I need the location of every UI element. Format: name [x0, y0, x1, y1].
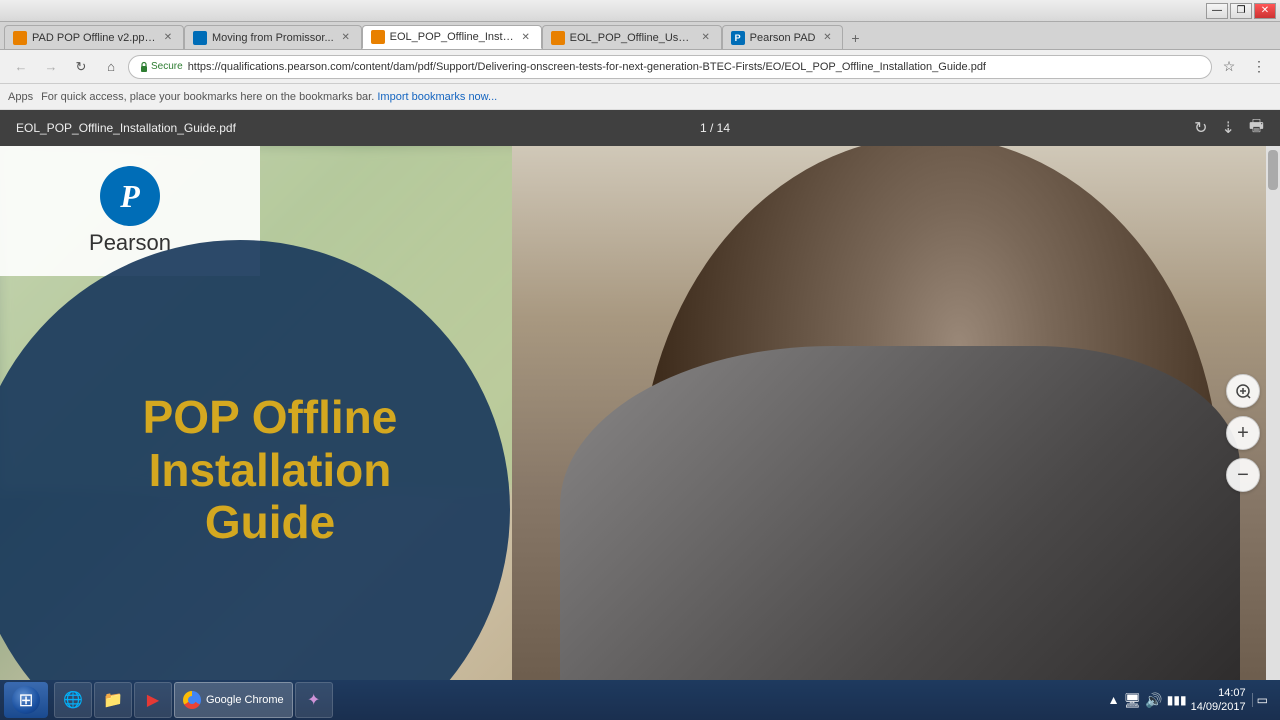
tab-5-close[interactable]: ✕: [820, 31, 834, 45]
tab-3[interactable]: EOL_POP_Offline_Installa... ✕: [362, 25, 542, 49]
app-icon: ✦: [304, 690, 324, 710]
pdf-page-info: 1 / 14: [700, 121, 730, 135]
secure-badge: Secure: [139, 61, 183, 73]
pdf-toolbar: EOL_POP_Offline_Installation_Guide.pdf 1…: [0, 110, 1280, 146]
pearson-circle-logo: P: [100, 166, 160, 226]
clock-date: 14/09/2017: [1191, 700, 1246, 714]
scrollbar-thumb[interactable]: [1268, 150, 1278, 190]
taskbar-media-button[interactable]: ▶: [134, 682, 172, 718]
taskbar: ⊞ 🌐 📁 ▶ Google Chrome ✦ ▲ 🖥 🔊 ▮▮▮ 14:07 …: [0, 680, 1280, 720]
explorer-icon: 📁: [103, 690, 123, 710]
bookmarks-bar: Apps For quick access, place your bookma…: [0, 84, 1280, 110]
zoom-fit-button[interactable]: [1226, 374, 1260, 408]
tab-3-close[interactable]: ✕: [519, 30, 533, 44]
tab-4-close[interactable]: ✕: [699, 31, 713, 45]
window-controls: — ❐ ✕: [1206, 3, 1276, 19]
chrome-icon: [183, 691, 201, 709]
tab-5-title: Pearson PAD: [750, 32, 816, 44]
tab-1-title: PAD POP Offline v2.ppt...: [32, 32, 156, 44]
minimize-button[interactable]: —: [1206, 3, 1228, 19]
bookmarks-import-link[interactable]: Import bookmarks now...: [377, 91, 497, 103]
tray-chevron-icon[interactable]: ▲: [1108, 693, 1120, 707]
bookmarks-apps-label[interactable]: Apps: [8, 91, 33, 103]
tab-4-title: EOL_POP_Offline_User_C...: [570, 32, 694, 44]
tab-5[interactable]: P Pearson PAD ✕: [722, 25, 844, 49]
close-button[interactable]: ✕: [1254, 3, 1276, 19]
tray-clock: 14:07 14/09/2017: [1191, 686, 1246, 715]
tray-network-icon[interactable]: 🖥: [1124, 692, 1142, 709]
zoom-out-button[interactable]: −: [1226, 458, 1260, 492]
taskbar-chrome-button[interactable]: Google Chrome: [174, 682, 293, 718]
url-text: https://qualifications.pearson.com/conte…: [188, 61, 1201, 73]
tray-volume-icon[interactable]: 🔊: [1145, 692, 1162, 709]
toolbar-icons: ☆ ⋮: [1216, 54, 1272, 80]
tab-1[interactable]: PAD POP Offline v2.ppt... ✕: [4, 25, 184, 49]
system-tray: ▲ 🖥 🔊 ▮▮▮ 14:07 14/09/2017 ▭: [1100, 686, 1276, 715]
back-button[interactable]: ←: [8, 54, 34, 80]
scrollbar[interactable]: [1266, 146, 1280, 720]
bookmarks-message: For quick access, place your bookmarks h…: [41, 91, 374, 103]
home-button[interactable]: ⌂: [98, 54, 124, 80]
pdf-refresh-icon[interactable]: ↻: [1194, 118, 1207, 138]
pdf-actions: ↻ ⇣ 🖶: [1194, 115, 1264, 142]
taskbar-explorer-button[interactable]: 📁: [94, 682, 132, 718]
zoom-controls: + −: [1226, 374, 1260, 492]
tray-show-desktop[interactable]: ▭: [1252, 693, 1268, 707]
reload-button[interactable]: ↻: [68, 54, 94, 80]
tab-1-favicon: [13, 31, 27, 45]
zoom-in-button[interactable]: +: [1226, 416, 1260, 450]
tab-5-favicon: P: [731, 31, 745, 45]
taskbar-ie-button[interactable]: 🌐: [54, 682, 92, 718]
start-orb-icon: ⊞: [12, 686, 40, 714]
tab-2[interactable]: Moving from Promissor... ✕: [184, 25, 362, 49]
tab-2-close[interactable]: ✕: [339, 31, 353, 45]
guide-title: POP Offline Installation Guide: [143, 391, 398, 550]
pdf-filename: EOL_POP_Offline_Installation_Guide.pdf: [16, 121, 236, 135]
pdf-print-icon[interactable]: 🖶: [1249, 115, 1264, 142]
pdf-viewer: P Pearson POP Offline Installation Guide: [0, 146, 1280, 720]
tab-1-close[interactable]: ✕: [161, 31, 175, 45]
address-bar[interactable]: Secure https://qualifications.pearson.co…: [128, 55, 1212, 79]
bookmark-icon[interactable]: ☆: [1216, 54, 1242, 80]
tab-2-title: Moving from Promissor...: [212, 32, 334, 44]
media-icon: ▶: [143, 690, 163, 710]
clock-time: 14:07: [1191, 686, 1246, 700]
tab-3-title: EOL_POP_Offline_Installa...: [390, 31, 514, 43]
settings-icon[interactable]: ⋮: [1246, 54, 1272, 80]
pdf-download-icon[interactable]: ⇣: [1221, 118, 1234, 138]
tab-bar: PAD POP Offline v2.ppt... ✕ Moving from …: [0, 22, 1280, 50]
forward-button[interactable]: →: [38, 54, 64, 80]
start-button[interactable]: ⊞: [4, 682, 48, 718]
address-bar-row: ← → ↻ ⌂ Secure https://qualifications.pe…: [0, 50, 1280, 84]
tab-4-favicon: [551, 31, 565, 45]
title-bar: — ❐ ✕: [0, 0, 1280, 22]
tray-battery-icon[interactable]: ▮▮▮: [1167, 693, 1187, 707]
tab-4[interactable]: EOL_POP_Offline_User_C... ✕: [542, 25, 722, 49]
new-tab-button[interactable]: +: [843, 27, 867, 49]
pearson-logo-letter: P: [120, 178, 140, 215]
restore-button[interactable]: ❐: [1230, 3, 1252, 19]
tab-2-favicon: [193, 31, 207, 45]
ie-icon: 🌐: [63, 690, 83, 710]
tab-3-favicon: [371, 30, 385, 44]
taskbar-app-button[interactable]: ✦: [295, 682, 333, 718]
circle-text-container: POP Offline Installation Guide: [30, 230, 510, 710]
jacket-area: [560, 346, 1240, 720]
pdf-page: P Pearson POP Offline Installation Guide: [0, 146, 1280, 720]
